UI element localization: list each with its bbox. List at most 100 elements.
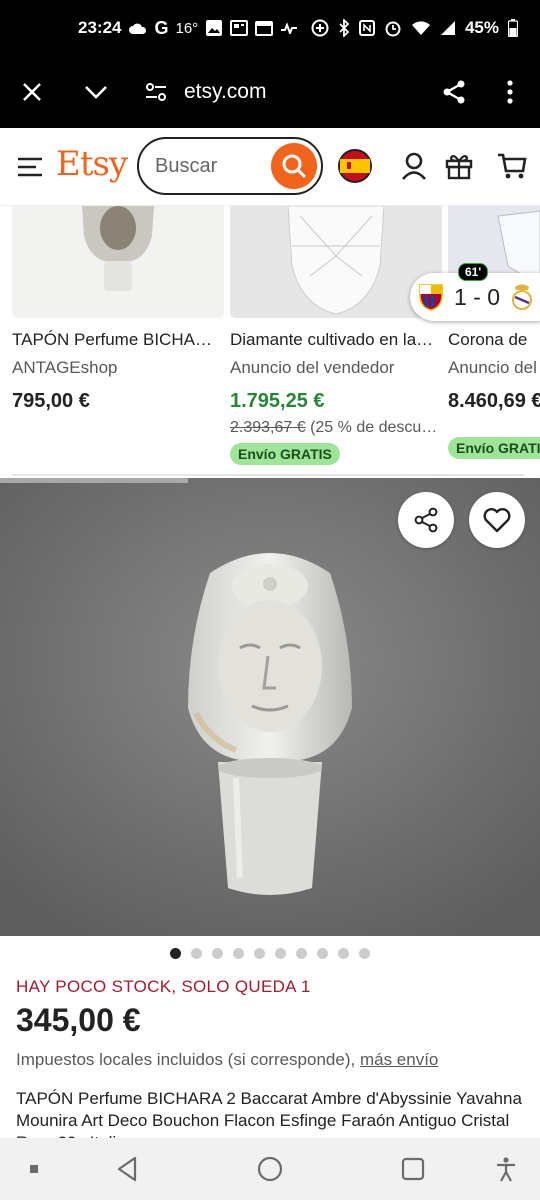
system-navigation-bar <box>0 1138 540 1200</box>
overview-button[interactable] <box>398 1154 428 1184</box>
signal-icon <box>440 21 455 35</box>
shop-name: Anuncio del vendedor <box>230 358 395 377</box>
small-square-icon <box>30 1165 38 1173</box>
share-icon <box>414 507 438 533</box>
discount-text: (25 % de descuento) <box>310 419 442 436</box>
url-text[interactable]: etsy.com <box>184 80 266 104</box>
live-score-widget[interactable]: 61' 1 - 0 <box>410 263 540 321</box>
spain-flag-icon <box>338 149 372 183</box>
share-icon <box>443 80 465 104</box>
share-page-button[interactable] <box>436 74 472 110</box>
browser-menu-button[interactable] <box>492 74 528 110</box>
related-listing-card[interactable]: Diamante cultivado en laboratorio Anunci… <box>230 206 442 465</box>
alarm-icon <box>385 21 401 37</box>
google-icon: G <box>154 17 169 38</box>
gallery-dot[interactable] <box>170 948 181 959</box>
barcelona-crest-icon <box>419 284 443 311</box>
hamburger-icon <box>18 157 42 177</box>
listing-price: 8.460,69 € <box>448 390 540 412</box>
related-listing-card[interactable]: TAPÓN Perfume BICHARA 2 Baccarat ANTAGEs… <box>12 206 224 413</box>
free-shipping-badge: Envío GRATIS <box>230 443 340 465</box>
gallery-dot[interactable] <box>233 948 244 959</box>
accessibility-icon <box>497 1157 515 1182</box>
gallery-dot[interactable] <box>254 948 265 959</box>
recents-dot-button[interactable] <box>19 1154 49 1184</box>
match-minute: 61' <box>458 263 489 281</box>
shop-name: Anuncio del vendedor <box>448 358 540 377</box>
etsy-logo[interactable]: Etsy <box>56 144 128 184</box>
gallery-dot[interactable] <box>212 948 223 959</box>
site-header: Etsy Buscar <box>0 128 540 206</box>
bluetooth-icon <box>339 19 350 37</box>
cloud-icon <box>129 23 147 34</box>
battery-percent: 45% <box>464 18 499 37</box>
section-divider <box>12 474 524 476</box>
gallery-dot[interactable] <box>275 948 286 959</box>
original-price-line: 2.393,67 € (25 % de descuento) <box>230 419 442 437</box>
chevron-down-icon <box>85 86 107 99</box>
shipping-link[interactable]: más envío <box>360 1050 438 1069</box>
share-listing-button[interactable] <box>398 492 454 548</box>
gallery-dot[interactable] <box>317 948 328 959</box>
back-triangle-icon <box>117 1156 137 1182</box>
clock: 23:24 <box>78 18 122 37</box>
cart-icon <box>498 153 527 179</box>
gallery-dot[interactable] <box>296 948 307 959</box>
match-score: 1 - 0 <box>454 283 501 310</box>
status-bar: 23:24 G 16° 45% <box>0 0 540 56</box>
shop-name: ANTAGEshop <box>12 358 118 377</box>
listing-title: TAPÓN Perfume BICHARA 2 Baccarat <box>12 330 224 349</box>
nfc-icon <box>358 20 375 36</box>
listing-title: Diamante cultivado en laboratorio <box>230 330 442 349</box>
back-button[interactable] <box>112 1154 142 1184</box>
overview-square-icon <box>401 1157 425 1181</box>
taxes-text: Impuestos locales incluidos (si correspo… <box>16 1050 356 1069</box>
favorite-button[interactable] <box>469 492 525 548</box>
heart-icon <box>483 508 511 533</box>
user-icon <box>402 152 426 180</box>
account-button[interactable] <box>396 148 432 184</box>
gallery-pagination <box>0 948 540 959</box>
region-flag-button[interactable] <box>337 148 373 184</box>
low-stock-notice: HAY POCO STOCK, SOLO QUEDA 1 <box>16 977 311 996</box>
browser-toolbar: etsy.com <box>0 56 540 128</box>
temperature: 16° <box>175 19 199 37</box>
listing-price: 795,00 € <box>12 390 90 412</box>
gallery-dot[interactable] <box>359 948 370 959</box>
search-input[interactable]: Buscar <box>137 137 323 195</box>
search-button[interactable] <box>271 143 317 189</box>
more-vert-icon <box>507 80 513 104</box>
gallery-dot[interactable] <box>338 948 349 959</box>
listing-price: 345,00 € <box>16 1002 141 1038</box>
gift-icon <box>445 154 473 180</box>
tune-icon <box>146 83 166 101</box>
minimize-button[interactable] <box>78 74 114 110</box>
accessibility-button[interactable] <box>491 1154 521 1184</box>
cart-button[interactable] <box>494 148 530 184</box>
wifi-icon <box>411 21 430 35</box>
activity-icon <box>281 22 298 34</box>
product-photo <box>0 478 540 936</box>
home-circle-icon <box>257 1156 283 1182</box>
search-icon <box>282 154 307 179</box>
battery-icon <box>508 19 518 37</box>
listing-title: Corona de <box>448 330 528 349</box>
listing-sale-price: 1.795,25 € <box>230 390 325 412</box>
search-placeholder: Buscar <box>155 154 218 177</box>
close-tab-button[interactable] <box>14 74 50 110</box>
product-image[interactable] <box>0 478 540 936</box>
original-price: 2.393,67 € <box>230 419 306 436</box>
listing-thumbnail <box>12 206 224 318</box>
gifts-button[interactable] <box>441 148 477 184</box>
listing-title: TAPÓN Perfume BICHARA 2 Baccarat Ambre d… <box>16 1089 522 1138</box>
related-listing-card[interactable]: Corona de Anuncio del vendedor 8.460,69 … <box>448 206 540 459</box>
real-madrid-crest-icon <box>512 284 533 310</box>
free-shipping-badge: Envío GRATIS <box>448 437 540 459</box>
gallery-dot[interactable] <box>191 948 202 959</box>
taxes-note: Impuestos locales incluidos (si correspo… <box>16 1050 438 1070</box>
site-settings-button[interactable] <box>138 74 174 110</box>
news-icon <box>230 20 249 36</box>
image-notification-icon <box>206 20 223 36</box>
home-button[interactable] <box>255 1154 285 1184</box>
menu-button[interactable] <box>12 149 48 185</box>
